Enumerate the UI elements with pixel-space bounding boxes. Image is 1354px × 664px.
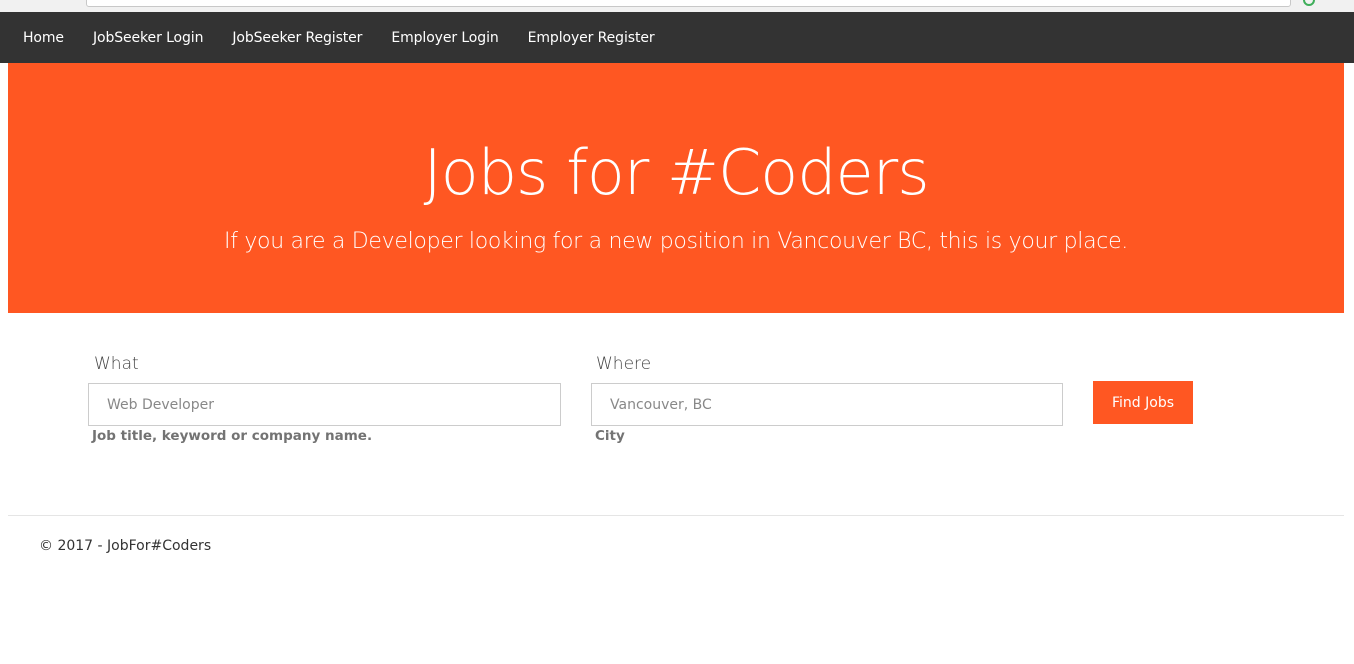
extension-icon[interactable] bbox=[1303, 0, 1315, 6]
footer-divider bbox=[8, 515, 1344, 516]
nav-link-home[interactable]: Home bbox=[23, 30, 64, 46]
footer-copyright: © 2017 - JobFor#Coders bbox=[39, 538, 212, 554]
nav-link-employer-login[interactable]: Employer Login bbox=[391, 30, 498, 46]
what-input[interactable] bbox=[88, 383, 561, 426]
find-jobs-button[interactable]: Find Jobs bbox=[1093, 381, 1193, 424]
hero-title: Jobs for #Coders bbox=[423, 136, 929, 209]
where-label: Where bbox=[596, 354, 652, 374]
what-help-text: Job title, keyword or company name. bbox=[92, 428, 373, 444]
where-input[interactable] bbox=[591, 383, 1063, 426]
browser-chrome-strip bbox=[0, 0, 1354, 12]
nav-link-employer-register[interactable]: Employer Register bbox=[528, 30, 655, 46]
nav-link-jobseeker-register[interactable]: JobSeeker Register bbox=[232, 30, 362, 46]
address-bar[interactable] bbox=[86, 0, 1291, 7]
top-navbar: Home JobSeeker Login JobSeeker Register … bbox=[0, 12, 1354, 63]
hero-banner: Jobs for #Coders If you are a Developer … bbox=[8, 63, 1344, 313]
where-help-text: City bbox=[595, 428, 625, 444]
nav-link-jobseeker-login[interactable]: JobSeeker Login bbox=[93, 30, 204, 46]
what-label: What bbox=[94, 354, 139, 374]
hero-subtitle: If you are a Developer looking for a new… bbox=[224, 229, 1128, 254]
